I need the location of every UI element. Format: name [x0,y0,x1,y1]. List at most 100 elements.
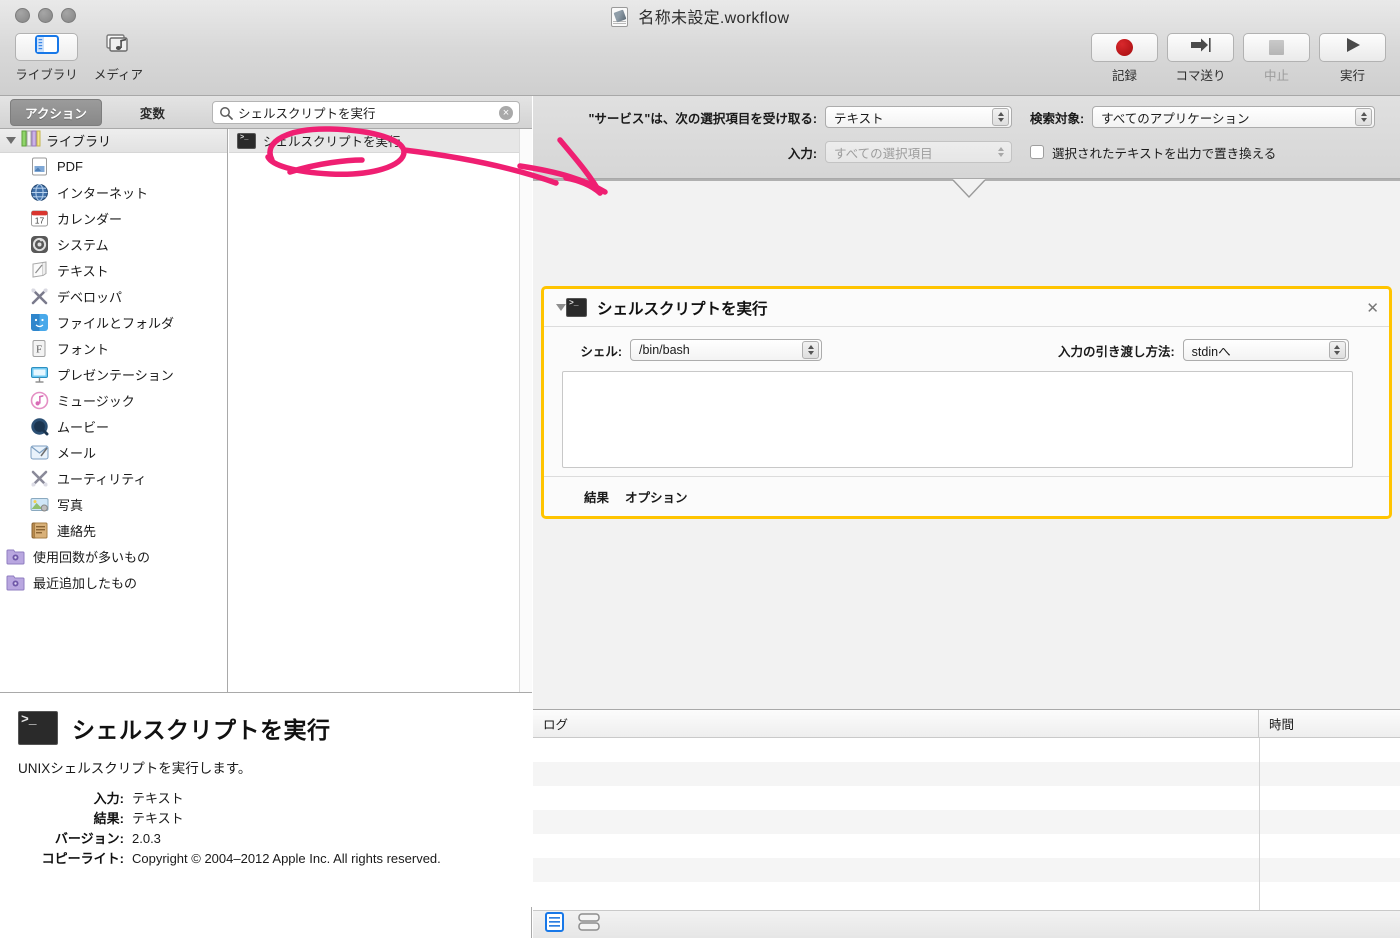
run-button[interactable]: 実行 [1319,33,1386,84]
shell-value: /bin/bash [639,343,690,357]
library-category-label: 写真 [57,497,84,513]
stop-button[interactable]: 中止 [1243,33,1310,84]
system-prefs-icon [30,235,49,254]
library-category-label: デベロッパ [57,289,123,305]
library-books-icon [21,130,41,152]
step-forward-icon [1190,37,1212,58]
chevron-updown-icon [1328,341,1346,359]
service-input-label: 入力: [787,146,817,161]
library-smart-group-label: 使用回数が多いもの [33,549,151,565]
library-smart-group-row[interactable]: 使用回数が多いもの [0,543,227,569]
library-category-row[interactable]: メール [0,439,227,465]
library-category-row[interactable]: システム [0,231,227,257]
service-receives-value: テキスト [834,111,884,126]
workflow-connector-notch [533,179,1400,199]
disclosure-triangle-down-icon[interactable] [6,137,16,144]
log-list-view-icon[interactable] [545,912,564,937]
description-field-value: テキスト [132,791,184,806]
script-text-area[interactable] [562,371,1353,468]
search-input[interactable]: シェルスクリプトを実行 × [212,101,520,124]
tab-options[interactable]: オプション [625,487,688,506]
record-label: 記録 [1111,69,1137,83]
action-description-pane: シェルスクリプトを実行 UNIXシェルスクリプトを実行します。 入力: テキスト結… [0,692,532,907]
chevron-updown-icon [802,341,819,359]
library-category-row[interactable]: F フォント [0,335,227,361]
library-category-row[interactable]: ムービー [0,413,227,439]
log-body[interactable] [533,738,1400,910]
shell-script-icon [237,132,256,149]
smart-folder-icon [6,547,25,566]
library-pane: アクション 変数 シェルスクリプトを実行 × ライブラリ PDF インターネット… [0,96,532,938]
log-pane: ログ 時間 [533,709,1400,938]
log-column-header-time[interactable]: 時間 [1259,710,1400,737]
toolbar-library-button[interactable]: ライブラリ [15,33,78,83]
chevron-updown-icon [1355,108,1373,126]
library-category-row[interactable]: ミュージック [0,387,227,413]
action-card-header[interactable]: シェルスクリプトを実行 ✕ [544,289,1389,327]
toolbar-run-group: 記録 コマ送り 中止 実行 [1091,33,1386,84]
tab-results[interactable]: 結果 [584,487,609,506]
action-results-list[interactable]: シェルスクリプトを実行 [229,129,532,692]
shell-popup[interactable]: /bin/bash [630,339,822,361]
library-category-label: ミュージック [57,393,135,409]
library-smart-group-row[interactable]: 最近追加したもの [0,569,227,595]
library-category-row[interactable]: ファイルとフォルダ [0,309,227,335]
library-category-label: メール [57,445,97,461]
library-category-row[interactable]: インターネット [0,179,227,205]
tab-variables[interactable]: 変数 [126,100,179,125]
log-column-header-log[interactable]: ログ [533,710,1259,737]
step-button[interactable]: コマ送り [1167,33,1234,84]
globe-icon [30,183,49,202]
description-field-row: 入力: テキスト [0,789,532,809]
toolbar-library-label: ライブラリ [15,68,78,82]
service-receives-popup[interactable]: テキスト [825,106,1012,128]
log-header-row: ログ 時間 [533,710,1400,738]
close-x-icon[interactable]: ✕ [1366,299,1379,317]
search-scope-popup[interactable]: すべてのアプリケーション [1092,106,1376,128]
library-category-row[interactable]: 17 カレンダー [0,205,227,231]
library-smart-group-label: 最近追加したもの [33,575,138,591]
pass-input-popup[interactable]: stdinへ [1182,339,1349,361]
calendar-icon: 17 [30,209,49,228]
search-input-value: シェルスクリプトを実行 [238,107,376,121]
disclosure-triangle-down-icon[interactable] [556,304,566,311]
mail-icon [30,443,49,462]
svg-text:F: F [36,343,42,355]
description-field-key: バージョン: [54,831,124,846]
list-item[interactable]: シェルスクリプトを実行 [229,129,532,153]
log-split-view-icon[interactable] [578,912,600,937]
photos-icon [30,495,49,514]
library-category-row[interactable]: 連絡先 [0,517,227,543]
results-scrollbar[interactable] [519,129,532,692]
description-field-key: コピーライト: [41,851,124,866]
shell-script-icon [18,711,58,745]
description-field-value: テキスト [132,811,184,826]
replace-selected-text-checkbox[interactable] [1030,145,1044,159]
description-field-value: 2.0.3 [132,831,161,846]
action-card-run-shell-script[interactable]: シェルスクリプトを実行 ✕ シェル: /bin/bash 入力の引き渡し方法: … [541,286,1392,519]
toolbar-media-button[interactable]: メディア [87,33,150,83]
clear-circle-icon[interactable]: × [499,105,513,120]
workflow-canvas[interactable]: シェルスクリプトを実行 ✕ シェル: /bin/bash 入力の引き渡し方法: … [533,179,1400,709]
library-category-row[interactable]: テキスト [0,257,227,283]
record-button[interactable]: 記録 [1091,33,1158,84]
library-category-row[interactable]: デベロッパ [0,283,227,309]
description-field-row: バージョン: 2.0.3 [0,829,532,849]
tab-actions[interactable]: アクション [10,98,102,126]
description-field-key: 結果: [93,811,124,826]
action-card-title: シェルスクリプトを実行 [597,300,768,318]
library-category-row[interactable]: PDF [0,153,227,179]
library-category-row[interactable]: 写真 [0,491,227,517]
chevron-updown-icon [992,108,1009,126]
finder-icon [30,313,49,332]
record-dot-icon [1116,39,1133,56]
library-category-row[interactable]: ユーティリティ [0,465,227,491]
toolbar-view-group: ライブラリ メディア [15,33,150,83]
result-item-label: シェルスクリプトを実行 [263,135,401,149]
search-scope-value: すべてのアプリケーション [1101,111,1250,126]
document-title-area: 名称未設定.workflow [0,4,1400,28]
description-field-row: 結果: テキスト [0,809,532,829]
library-category-row[interactable]: プレゼンテーション [0,361,227,387]
library-root-row[interactable]: ライブラリ [0,129,227,153]
library-category-list[interactable]: ライブラリ PDF インターネット 17 カレンダー システム テキストデベロッパファイル… [0,129,228,692]
